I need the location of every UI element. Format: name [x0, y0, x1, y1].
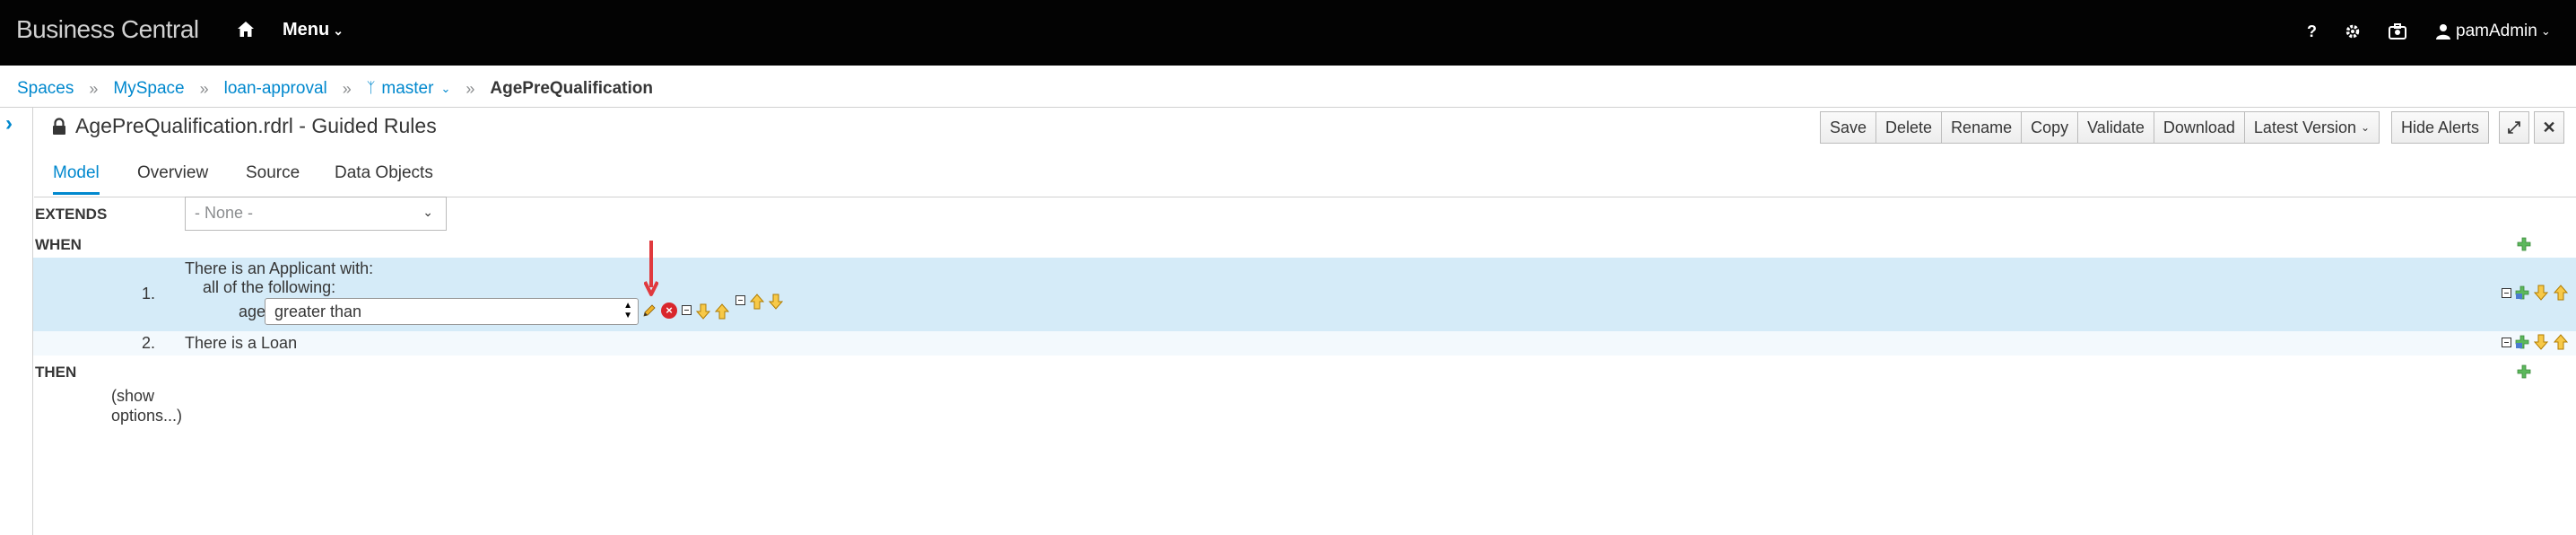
version-dropdown[interactable]: Latest Version ⌄	[2243, 111, 2380, 144]
home-icon[interactable]	[236, 20, 256, 39]
condition-pattern-text[interactable]: There is a Loan	[185, 334, 297, 353]
divider	[0, 107, 2576, 108]
collapse-icon[interactable]	[2502, 288, 2511, 298]
condition-number: 1.	[142, 285, 156, 303]
operator-value: greater than	[274, 303, 362, 320]
when-label: WHEN	[35, 236, 82, 253]
collapse-icon[interactable]	[2502, 338, 2511, 347]
user-name: pamAdmin	[2456, 22, 2537, 40]
breadcrumb: Spaces » MySpace » loan-approval » ᛉ mas…	[17, 77, 653, 101]
copy-button[interactable]: Copy	[2021, 111, 2079, 144]
show-options-line: options...)	[111, 407, 183, 425]
add-icon[interactable]	[2517, 237, 2531, 251]
user-menu[interactable]: pamAdmin ⌄	[2436, 20, 2551, 43]
move-down-icon[interactable]	[696, 303, 710, 320]
breadcrumb-branch[interactable]: master	[381, 79, 433, 99]
chevron-down-icon: ⌄	[422, 205, 433, 219]
editor-tabs: Model Overview Source Data Objects	[34, 158, 2576, 197]
condition-row-2[interactable]	[33, 331, 2576, 355]
chevron-down-icon: ⌄	[2540, 24, 2551, 38]
menu-label: Menu	[283, 20, 330, 39]
version-label: Latest Version	[2253, 118, 2356, 136]
move-down-icon[interactable]	[769, 294, 783, 310]
chevron-right-icon[interactable]: ›	[5, 113, 23, 135]
delete-button[interactable]: Delete	[1875, 111, 1943, 144]
add-icon[interactable]	[2515, 335, 2529, 349]
collapse-icon[interactable]	[735, 295, 745, 305]
alerts-toolbar: Hide Alerts	[2391, 111, 2490, 144]
gear-icon[interactable]	[2345, 20, 2361, 43]
breadcrumb-current: AgePreQualification	[490, 79, 653, 98]
annotation-arrow-icon	[644, 241, 658, 296]
show-options-link[interactable]: (show options...)	[111, 386, 182, 425]
validate-button[interactable]: Validate	[2077, 111, 2154, 144]
extends-select[interactable]: - None - ⌄	[185, 197, 447, 231]
add-icon[interactable]	[2515, 285, 2529, 300]
help-icon[interactable]: ?	[2307, 20, 2317, 43]
tab-overview[interactable]: Overview	[137, 163, 208, 192]
close-icon[interactable]: ✕	[2534, 111, 2564, 144]
collapse-icon[interactable]	[682, 305, 692, 315]
condition-constraint-text[interactable]: all of the following:	[203, 278, 335, 297]
branch-icon: ᛉ	[366, 81, 376, 96]
chevron-down-icon[interactable]: ⌄	[440, 82, 450, 96]
breadcrumb-project[interactable]: loan-approval	[224, 79, 327, 99]
menu-dropdown[interactable]: Menu ⌄	[283, 20, 344, 40]
top-navbar: Business Central Menu ⌄ ? pamAdmin ⌄	[0, 0, 2576, 66]
user-icon	[2436, 24, 2450, 39]
move-down-icon[interactable]	[2534, 334, 2548, 350]
window-toolbar: ⤢ ✕	[2499, 111, 2564, 144]
move-up-icon[interactable]	[715, 303, 729, 320]
briefcase-icon[interactable]	[2389, 20, 2406, 43]
brand-title: Business Central	[16, 15, 199, 43]
chevron-down-icon: ⌄	[2361, 121, 2371, 134]
editor-toolbar: Save Delete Rename Copy Validate Downloa…	[1820, 111, 2380, 144]
rename-button[interactable]: Rename	[1941, 111, 2023, 144]
extends-label: EXTENDS	[35, 206, 108, 223]
field-label: age	[239, 303, 266, 320]
expand-icon[interactable]: ⤢	[2499, 111, 2529, 144]
tab-source[interactable]: Source	[246, 163, 300, 192]
condition-number: 2.	[142, 334, 156, 352]
move-up-icon[interactable]	[2554, 334, 2568, 350]
breadcrumb-separator: »	[342, 79, 352, 98]
side-panel	[0, 108, 33, 535]
save-button[interactable]: Save	[1820, 111, 1877, 144]
extends-value: - None -	[195, 204, 254, 222]
move-up-icon[interactable]	[750, 294, 764, 310]
editor-title: AgePreQualification.rdrl - Guided Rules	[75, 114, 437, 137]
select-arrows-icon: ▲ ▼	[623, 301, 632, 320]
breadcrumb-spaces[interactable]: Spaces	[17, 79, 74, 99]
remove-icon[interactable]: ×	[661, 303, 677, 319]
show-options-line: (show	[111, 387, 155, 405]
hide-alerts-button[interactable]: Hide Alerts	[2391, 111, 2490, 144]
tab-data-objects[interactable]: Data Objects	[335, 163, 433, 192]
operator-select[interactable]: greater than ▲ ▼	[265, 298, 639, 325]
breadcrumb-separator: »	[466, 79, 475, 98]
chevron-down-icon: ⌄	[333, 23, 344, 38]
then-label: THEN	[35, 364, 77, 381]
condition-pattern-text[interactable]: There is an Applicant with:	[185, 259, 373, 278]
move-up-icon[interactable]	[2554, 285, 2568, 301]
tab-model[interactable]: Model	[53, 163, 100, 195]
pencil-icon[interactable]	[641, 303, 657, 319]
download-button[interactable]: Download	[2153, 111, 2245, 144]
breadcrumb-separator: »	[89, 79, 99, 98]
breadcrumb-separator: »	[199, 79, 209, 98]
breadcrumb-myspace[interactable]: MySpace	[113, 79, 184, 99]
add-icon[interactable]	[2517, 364, 2531, 379]
move-down-icon[interactable]	[2534, 285, 2548, 301]
lock-icon	[52, 118, 66, 136]
